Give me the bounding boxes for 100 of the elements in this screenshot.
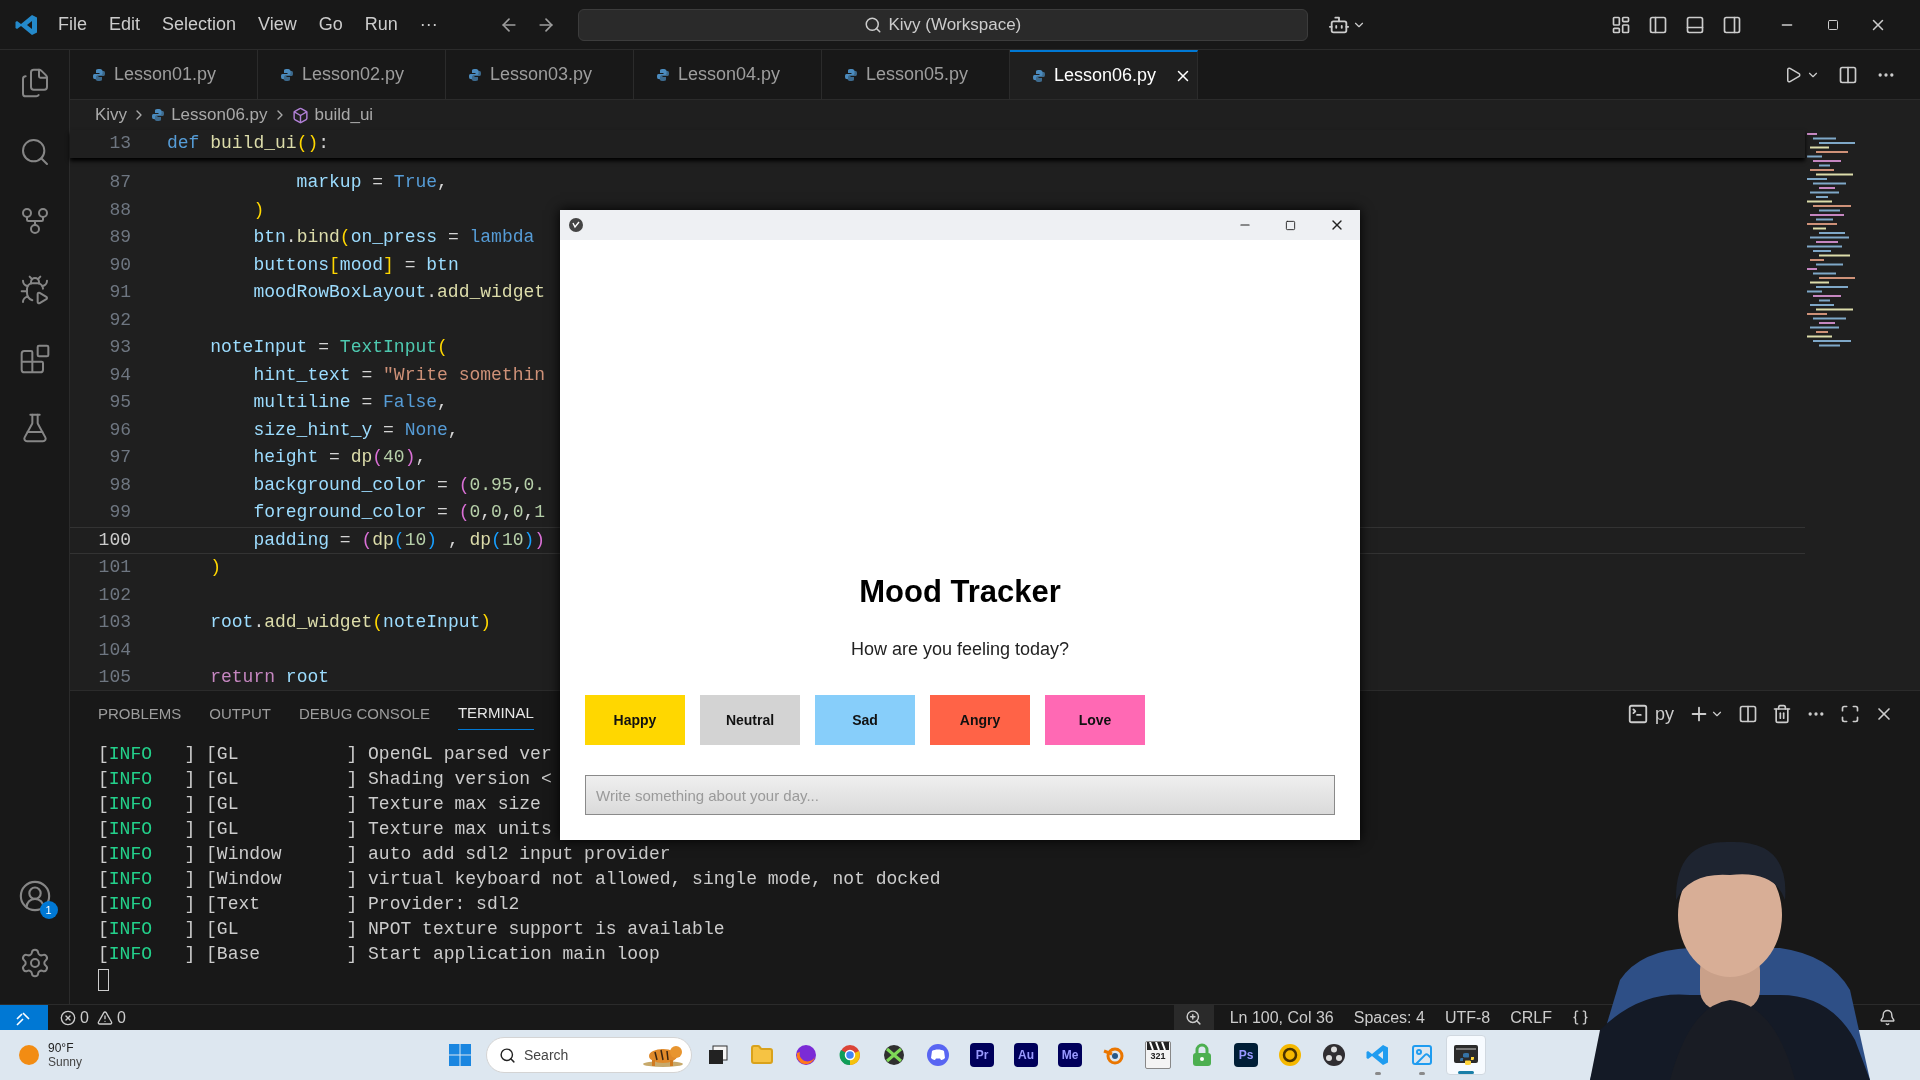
line-number: 88	[108, 198, 132, 222]
search-icon	[499, 1046, 516, 1064]
code-line: padding = (dp(10) , dp(10))	[252, 528, 546, 552]
line-number: 100	[97, 528, 132, 552]
terminal-line: [INFO ] [GL ] Texture max size	[98, 793, 541, 816]
run-debug-icon[interactable]	[18, 274, 51, 306]
menu-item[interactable]: View	[249, 7, 306, 42]
remote-button[interactable]	[0, 1005, 48, 1030]
workspace-name: Kivy (Workspace)	[888, 13, 1022, 36]
editor-tab[interactable]: Lesson03.py	[446, 50, 634, 99]
terminal-name[interactable]: py	[1655, 700, 1674, 728]
breadcrumb-item[interactable]: Kivy	[95, 102, 128, 128]
code-line: def build_ui():	[167, 132, 330, 156]
taskbar-app-button[interactable]	[1446, 1035, 1486, 1075]
mood-button[interactable]: Happy	[585, 695, 685, 745]
terminal-icon	[1453, 1043, 1479, 1067]
line-number: 89	[108, 226, 132, 250]
terminal-line: [INFO ] [GL ] OpenGL parsed ver	[98, 743, 552, 766]
menu-item[interactable]: Selection	[153, 7, 246, 42]
split-terminal-icon[interactable]	[1738, 704, 1758, 724]
text-cursor	[98, 969, 109, 991]
maximize-icon[interactable]	[1840, 704, 1860, 724]
taskbar-app-button[interactable]: Me	[1058, 1043, 1082, 1067]
notification-badge: 1	[39, 901, 58, 919]
terminal-line: [INFO ] [GL ] Texture max units	[98, 818, 552, 841]
line-number: 99	[108, 501, 132, 525]
taskbar-app-button[interactable]: Pr	[970, 1043, 994, 1067]
taskbar-app-button[interactable]: Au	[1014, 1043, 1038, 1067]
error-icon	[60, 1009, 76, 1026]
line-number: 90	[108, 253, 132, 277]
code-line: height = dp(40),	[252, 446, 427, 470]
line-number: 91	[108, 281, 132, 305]
account-icon[interactable]	[17, 879, 52, 913]
cube-icon	[291, 106, 309, 124]
code-line: size_hint_y = None,	[252, 418, 459, 442]
line-number: 87	[108, 171, 132, 195]
extensions-icon[interactable]	[18, 343, 51, 375]
code-line: return root	[209, 666, 330, 690]
clapperboard-icon	[1147, 1042, 1169, 1050]
mood-button[interactable]: Love	[1045, 695, 1145, 745]
bell-icon[interactable]	[1879, 1009, 1896, 1026]
note-input[interactable]: Write something about your day...	[585, 775, 1335, 815]
search-placeholder: Search	[524, 1045, 569, 1065]
line-number: 92	[108, 308, 132, 332]
record-icon	[1322, 1043, 1346, 1067]
browser-icon	[838, 1043, 862, 1067]
browser-icon	[794, 1043, 818, 1067]
menu-item[interactable]: Go	[309, 7, 352, 42]
terminal-icon[interactable]	[1627, 703, 1649, 725]
warning-count[interactable]: 0	[116, 1005, 126, 1030]
mood-button[interactable]: Angry	[930, 695, 1030, 745]
taskbar-search-field[interactable]: Search	[486, 1037, 692, 1073]
panel-left-icon[interactable]	[1647, 14, 1668, 35]
panel-tab[interactable]: PROBLEMS	[98, 698, 182, 730]
line-number: 96	[108, 418, 132, 442]
mood-button[interactable]: Neutral	[700, 695, 800, 745]
weather-condition[interactable]: Sunny	[48, 1055, 83, 1069]
zoom-icon	[1185, 1009, 1203, 1026]
terminal-line: [INFO ] [GL ] Shading version <	[98, 768, 552, 791]
panel-tab[interactable]: OUTPUT	[209, 698, 272, 730]
chat-bubble-icon	[926, 1043, 950, 1067]
taskbar-app-button[interactable]: 321	[1145, 1041, 1171, 1069]
error-count[interactable]: 0	[80, 1005, 89, 1030]
breadcrumb-item[interactable]: build_ui	[314, 102, 374, 128]
editor-tab[interactable]: Lesson02.py	[258, 50, 446, 99]
maximize-icon[interactable]	[1285, 219, 1296, 231]
code-line: markup = True,	[295, 171, 448, 195]
terminal-line: [INFO ] [Text ] Provider: sdl2	[98, 893, 520, 916]
menu-item[interactable]: File	[49, 7, 96, 42]
running-indicator	[1458, 1071, 1474, 1074]
code-line: moodRowBoxLayout.add_widget	[252, 281, 546, 305]
command-search-field[interactable]: Kivy (Workspace)	[577, 8, 1308, 41]
weather-temperature[interactable]: 90°F	[48, 1041, 83, 1055]
split-editor-icon[interactable]	[1838, 64, 1858, 85]
taskbar-app-button[interactable]: Ps	[1234, 1043, 1258, 1067]
running-indicator	[1419, 1072, 1425, 1075]
layout-icon[interactable]	[1610, 14, 1631, 35]
cursor-position[interactable]: Ln 100, Col 36	[1229, 1005, 1334, 1030]
panel-bottom-icon[interactable]	[1684, 14, 1705, 35]
editor-tab[interactable]: Lesson04.py	[634, 50, 822, 99]
run-icon[interactable]	[1784, 65, 1802, 84]
breadcrumb-item[interactable]: Lesson06.py	[171, 102, 268, 128]
indentation[interactable]: Spaces: 4	[1353, 1005, 1425, 1030]
braces-icon[interactable]	[1572, 1009, 1589, 1026]
zoom-indicator[interactable]	[1173, 1005, 1214, 1030]
panel-tab[interactable]: DEBUG CONSOLE	[299, 698, 430, 730]
trash-icon[interactable]	[1772, 704, 1792, 724]
menu-item[interactable]: ···	[410, 7, 447, 42]
line-ending[interactable]: CRLF	[1510, 1005, 1552, 1030]
line-number: 98	[108, 473, 132, 497]
menu-item[interactable]: Edit	[100, 7, 150, 42]
encoding[interactable]: UTF-8	[1444, 1005, 1491, 1030]
mood-button[interactable]: Sad	[815, 695, 915, 745]
app-title: Mood Tracker	[859, 573, 1061, 611]
editor-tab[interactable]: Lesson06.py	[1010, 50, 1198, 99]
python-file-icon	[656, 67, 670, 82]
panel-tab[interactable]: TERMINAL	[457, 698, 534, 730]
editor-tab[interactable]: Lesson01.py	[70, 50, 258, 99]
panel-right-icon[interactable]	[1721, 14, 1742, 35]
menu-item[interactable]: Run	[355, 7, 407, 42]
